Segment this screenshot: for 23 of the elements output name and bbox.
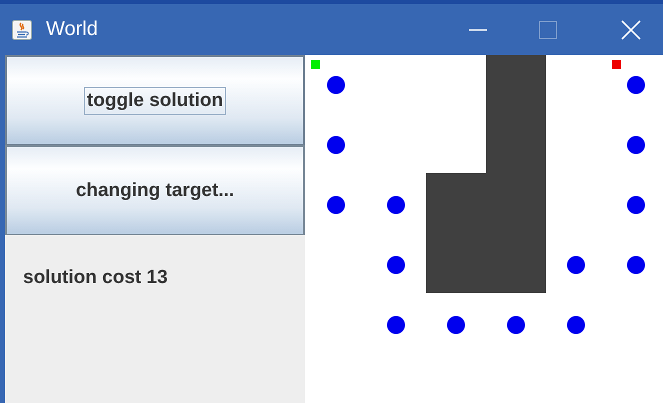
action-button[interactable]: changing target... xyxy=(5,145,305,235)
wall xyxy=(486,55,546,113)
status-label: solution cost 13 xyxy=(23,267,169,289)
path-dot xyxy=(327,136,345,154)
path-dot xyxy=(507,316,525,334)
path-dot xyxy=(387,316,405,334)
path-dot xyxy=(627,136,645,154)
window-title: World xyxy=(46,18,98,41)
start-marker xyxy=(311,60,320,69)
path-dot xyxy=(567,256,585,274)
path-dot xyxy=(627,76,645,94)
path-dot xyxy=(327,196,345,214)
close-icon[interactable] xyxy=(621,20,641,40)
target-marker xyxy=(612,60,621,69)
path-dot xyxy=(627,256,645,274)
path-dot xyxy=(327,76,345,94)
path-dot xyxy=(387,196,405,214)
path-dot xyxy=(627,196,645,214)
action-button[interactable]: toggle solution xyxy=(5,55,305,145)
java-cup-icon xyxy=(12,20,32,40)
path-dot xyxy=(567,316,585,334)
path-dot xyxy=(447,316,465,334)
path-dot xyxy=(387,256,405,274)
